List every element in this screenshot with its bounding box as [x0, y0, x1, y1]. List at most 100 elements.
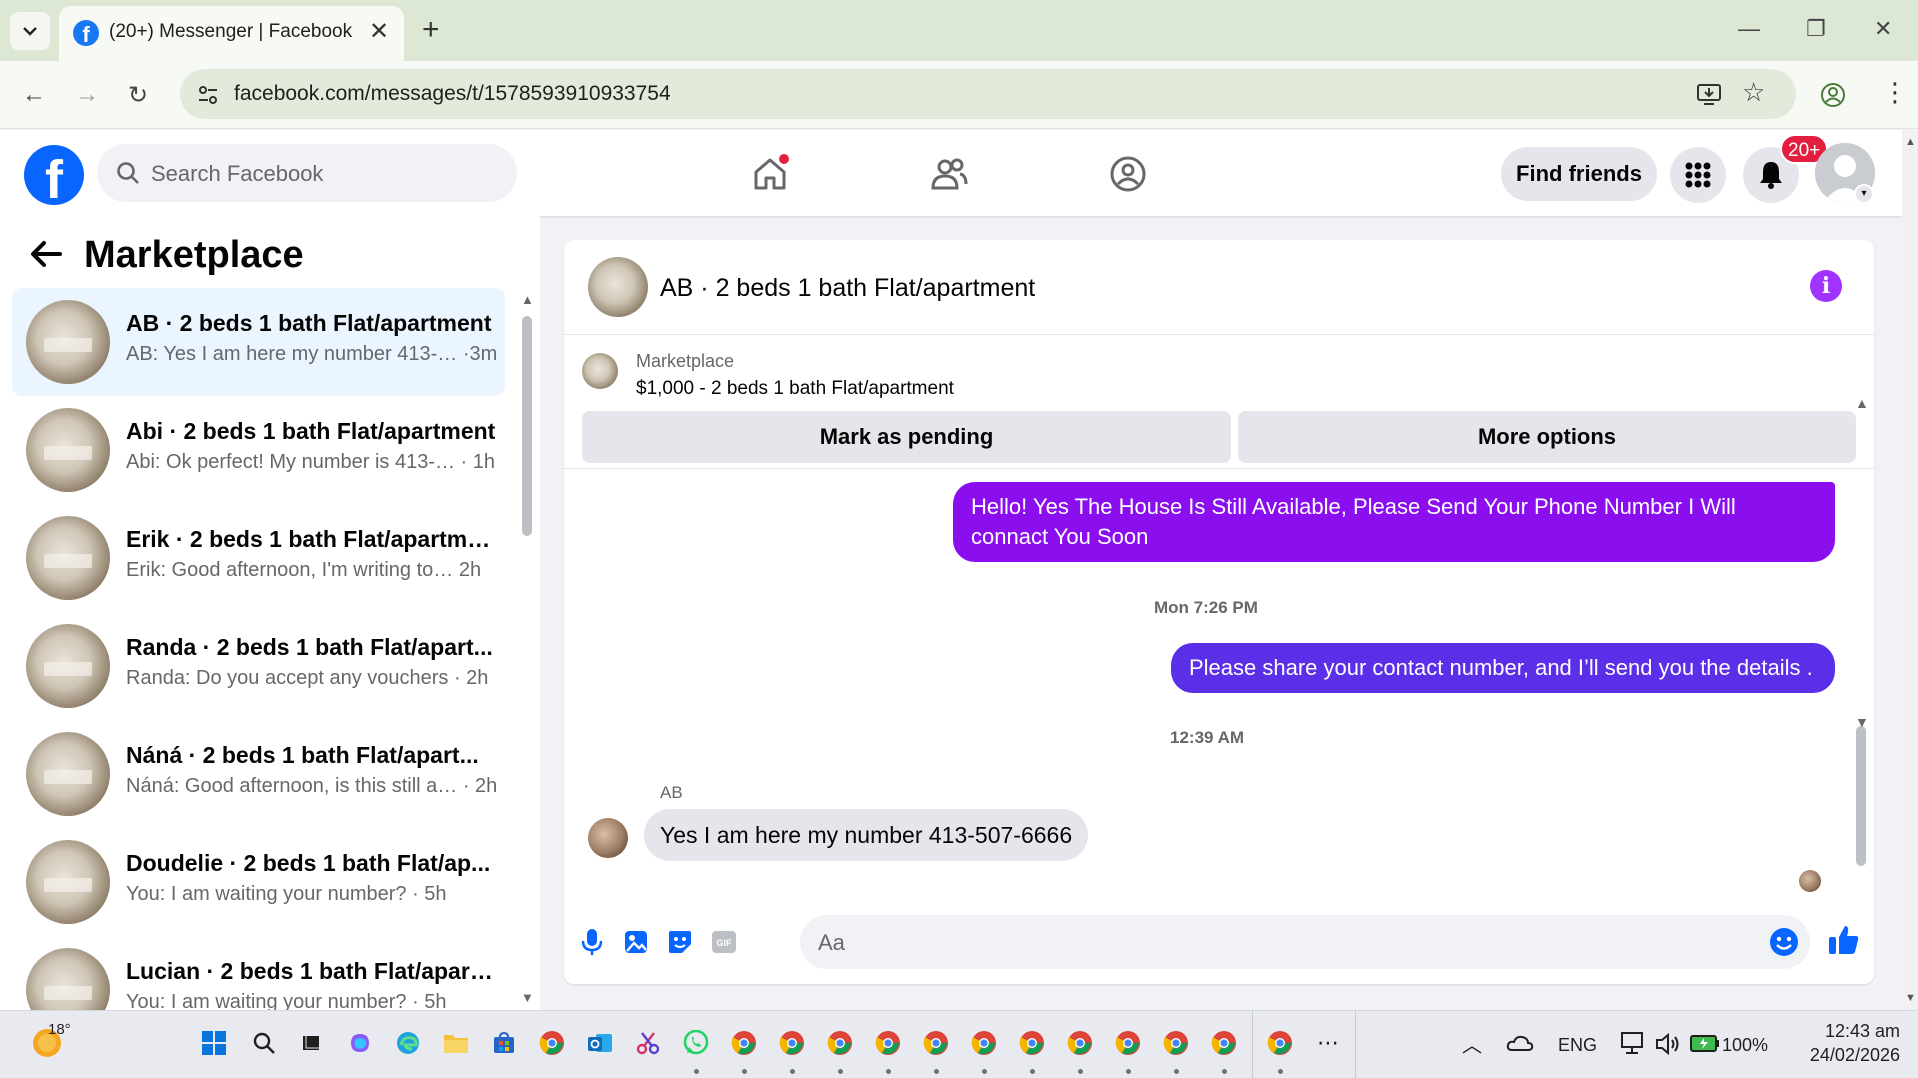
listing-thumbnail[interactable]	[582, 353, 618, 389]
groups-nav-button[interactable]	[1098, 146, 1158, 202]
listing-detail[interactable]: $1,000 - 2 beds 1 bath Flat/apartment	[636, 378, 954, 400]
page-scrollbar[interactable]: ▲ ▼	[1902, 130, 1918, 1010]
friends-nav-button[interactable]	[919, 146, 979, 202]
forward-icon[interactable]: →	[75, 81, 99, 109]
chrome-window[interactable]	[968, 1027, 1000, 1059]
copilot-app[interactable]	[344, 1027, 376, 1059]
mark-as-pending-button[interactable]: Mark as pending	[582, 411, 1231, 463]
info-icon[interactable]: i	[1810, 270, 1842, 302]
snipping-tool-app[interactable]	[632, 1027, 664, 1059]
running-app-indicator	[886, 1069, 891, 1074]
facebook-search-box[interactable]: Search Facebook	[97, 144, 517, 202]
chrome-icon	[539, 1031, 564, 1055]
browser-tab[interactable]: f (20+) Messenger | Facebook ✕	[59, 6, 404, 61]
close-window-icon[interactable]: ✕	[1874, 16, 1892, 42]
menu-grid-button[interactable]	[1670, 147, 1726, 203]
chrome-window-active[interactable]	[1264, 1027, 1296, 1059]
page-scroll-down-icon[interactable]: ▼	[1905, 992, 1916, 1004]
page-scroll-up-icon[interactable]: ▲	[1905, 136, 1916, 148]
chrome-window[interactable]	[1208, 1027, 1240, 1059]
marketplace-conversation-list: Marketplace AB · 2 beds 1 bath Flat/apar…	[0, 216, 540, 1010]
clock-time[interactable]: 12:43 am	[1820, 1021, 1900, 1042]
chat-listing-avatar[interactable]	[588, 257, 648, 317]
new-tab-icon[interactable]: +	[422, 13, 440, 47]
back-arrow-icon[interactable]	[28, 236, 64, 272]
profile-account-icon[interactable]	[1820, 82, 1846, 108]
chrome-window[interactable]	[728, 1027, 760, 1059]
minimize-icon[interactable]: —	[1738, 16, 1760, 42]
install-app-icon[interactable]	[1696, 81, 1722, 107]
more-options-button[interactable]: More options	[1238, 411, 1856, 463]
show-hidden-icons-icon[interactable]: ︿	[1462, 1029, 1482, 1058]
scroll-down-arrow-icon[interactable]: ▼	[521, 990, 534, 1005]
store-app[interactable]	[488, 1027, 520, 1059]
conversation-item[interactable]: Doudelie · 2 beds 1 bath Flat/ap... You:…	[12, 828, 505, 936]
send-like-button[interactable]	[1826, 922, 1862, 958]
attach-photo-button[interactable]	[620, 926, 652, 958]
windows-logo-icon	[202, 1031, 226, 1055]
url-text[interactable]: facebook.com/messages/t/1578593910933754	[234, 82, 671, 106]
find-friends-button[interactable]: Find friends	[1501, 147, 1657, 201]
volume-icon[interactable]	[1655, 1032, 1681, 1056]
conversation-list-scrollbar[interactable]	[522, 316, 532, 536]
chrome-window[interactable]	[1160, 1027, 1192, 1059]
clock-date[interactable]: 24/02/2026	[1798, 1045, 1900, 1066]
back-icon[interactable]: ←	[22, 81, 46, 109]
browser-menu-icon[interactable]: ⋮	[1882, 77, 1908, 108]
scroll-up-arrow-icon[interactable]: ▲	[521, 292, 534, 307]
message-input[interactable]: Aa	[800, 915, 1810, 969]
conversation-item[interactable]: Randa · 2 beds 1 bath Flat/apart... Rand…	[12, 612, 505, 720]
reload-icon[interactable]: ↻	[128, 81, 148, 110]
chrome-app[interactable]	[536, 1027, 568, 1059]
conversation-item[interactable]: Abi · 2 beds 1 bath Flat/apartment Abi: …	[12, 396, 505, 504]
site-settings-icon[interactable]	[197, 84, 219, 106]
edge-app[interactable]	[392, 1027, 424, 1059]
search-icon	[117, 162, 139, 184]
onedrive-cloud-icon[interactable]	[1506, 1033, 1534, 1053]
bell-icon	[1760, 162, 1782, 189]
account-chevron-icon[interactable]: ▾	[1854, 184, 1874, 204]
incoming-message[interactable]: Yes I am here my number 413-507-6666	[644, 809, 1089, 861]
chrome-window[interactable]	[872, 1027, 904, 1059]
bookmark-star-icon[interactable]: ☆	[1742, 77, 1765, 108]
omnibox[interactable]: facebook.com/messages/t/1578593910933754…	[180, 69, 1796, 119]
conversation-item[interactable]: Lucian · 2 beds 1 bath Flat/apart... You…	[12, 936, 505, 1010]
battery-charging-icon[interactable]	[1690, 1033, 1720, 1053]
conversation-item[interactable]: Erik · 2 beds 1 bath Flat/apartme... Eri…	[12, 504, 505, 612]
chrome-window[interactable]	[1016, 1027, 1048, 1059]
voice-clip-button[interactable]	[576, 926, 608, 958]
language-indicator[interactable]: ENG	[1558, 1035, 1597, 1056]
more-apps-icon[interactable]: ⋯	[1312, 1027, 1344, 1059]
restore-icon[interactable]: ❐	[1806, 16, 1826, 42]
tab-close-icon[interactable]: ✕	[369, 17, 389, 46]
chrome-icon	[875, 1031, 900, 1055]
tab-search-button[interactable]	[10, 12, 50, 50]
whatsapp-app[interactable]	[680, 1027, 712, 1059]
outlook-app[interactable]	[584, 1027, 616, 1059]
seen-receipt-avatar	[1799, 870, 1821, 892]
chat-title[interactable]: AB · 2 beds 1 bath Flat/apartment	[660, 274, 1035, 303]
chrome-window[interactable]	[1112, 1027, 1144, 1059]
sender-avatar[interactable]	[588, 818, 628, 858]
gif-button[interactable]: GIF	[708, 926, 740, 958]
facebook-logo-icon[interactable]: f	[24, 145, 84, 205]
start-button[interactable]	[198, 1027, 230, 1059]
file-explorer-app[interactable]	[440, 1027, 472, 1059]
task-view-button[interactable]	[296, 1027, 328, 1059]
chrome-window[interactable]	[776, 1027, 808, 1059]
chat-scrollbar[interactable]	[1856, 726, 1866, 866]
conversation-item[interactable]: AB · 2 beds 1 bath Flat/apartment AB: Ye…	[12, 288, 505, 396]
outgoing-message[interactable]: Hello! Yes The House Is Still Available,…	[953, 482, 1835, 562]
chrome-window[interactable]	[824, 1027, 856, 1059]
emoji-icon[interactable]	[1768, 926, 1800, 958]
chrome-window[interactable]	[1064, 1027, 1096, 1059]
home-nav-button[interactable]	[740, 146, 800, 202]
conversation-item[interactable]: Náná · 2 beds 1 bath Flat/apart... Náná:…	[12, 720, 505, 828]
taskbar-search-button[interactable]	[248, 1027, 280, 1059]
chat-scroll-down-icon[interactable]: ▼	[1855, 714, 1869, 730]
chat-scroll-up-icon[interactable]: ▲	[1855, 395, 1869, 411]
network-icon[interactable]	[1620, 1031, 1646, 1055]
chrome-window[interactable]	[920, 1027, 952, 1059]
outgoing-message[interactable]: Please share your contact number, and I’…	[1171, 643, 1835, 693]
sticker-button[interactable]	[664, 926, 696, 958]
